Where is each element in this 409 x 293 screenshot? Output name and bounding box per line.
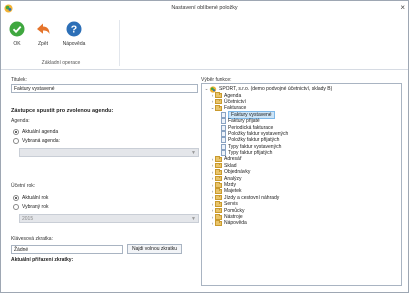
tree-folder-label: Adresář xyxy=(224,156,242,163)
year-selected-radio[interactable]: Vybraný rok xyxy=(13,202,199,211)
back-button[interactable]: Zpět xyxy=(31,21,55,47)
chevron-down-icon: ▼ xyxy=(191,216,196,222)
tree-folder[interactable]: › Nápověda xyxy=(202,220,401,226)
help-button[interactable]: ? Nápověda xyxy=(59,21,89,47)
folder-icon xyxy=(215,92,222,99)
ok-button[interactable]: OK xyxy=(5,21,29,47)
window-title: Nastavení oblíbené položky xyxy=(171,5,238,11)
year-combo[interactable]: 2015 ▼ xyxy=(19,214,199,223)
radio-indicator xyxy=(13,137,19,144)
hotkey-row: Žádné Najdi volnou zkratku xyxy=(11,244,199,254)
folder-icon xyxy=(215,213,222,220)
folder-icon xyxy=(215,207,222,214)
folder-icon xyxy=(215,162,222,169)
folder-icon xyxy=(215,181,222,188)
ribbon-group-label: Základní operace xyxy=(41,60,81,66)
folder-icon xyxy=(215,220,222,226)
year-label: Účetní rok: xyxy=(11,183,36,189)
tree-folder-label: Servis xyxy=(224,201,238,208)
tree-folder-label: Účetnictví xyxy=(224,98,246,105)
agenda-selected-radio[interactable]: Vybraná agenda: xyxy=(13,136,199,145)
agenda-label: Agenda: xyxy=(11,118,30,124)
svg-text:?: ? xyxy=(71,24,77,36)
tree-folder-label: Analýzy xyxy=(224,175,242,182)
folder-icon xyxy=(215,201,222,207)
tree-item-label: Periodická fakturace xyxy=(228,124,274,131)
back-arrow-icon xyxy=(37,23,50,34)
help-label: Nápověda xyxy=(62,41,86,47)
tree-folder-label: Mzdy xyxy=(224,182,236,189)
title-label: Titulek: xyxy=(11,77,27,83)
settings-form: Titulek: Faktury vystavené Zástupce spus… xyxy=(11,77,199,263)
hotkey-input[interactable]: Žádné xyxy=(11,244,123,254)
tree-folder-label: Agenda xyxy=(224,92,242,99)
tree-folder-label: Sklad xyxy=(224,162,237,169)
title-input[interactable]: Faktury vystavené xyxy=(11,84,198,93)
checkmark-icon xyxy=(9,21,25,37)
tree-root-label: SPORT, s.r.o. (demo podvojné účetnictví,… xyxy=(219,86,333,93)
tree-folder-label: Objednávky xyxy=(224,169,251,176)
tree-folder-label: Jízdy a cestovní náhrady xyxy=(224,194,280,201)
year-selected-label: Vybraný rok xyxy=(22,203,49,210)
title-bar: Nastavení oblíbené položky × xyxy=(1,1,408,17)
agenda-current-label: Aktuální agenda xyxy=(22,128,59,135)
hotkey-label: Klávesová zkratka: xyxy=(11,236,53,242)
tree-folder-label: Nástroje xyxy=(224,214,243,220)
function-tree[interactable]: ⌄ SPORT, s.r.o. (demo podvojné účetnictv… xyxy=(201,83,402,286)
tree-item-label: Typy faktur vystavených xyxy=(228,143,282,150)
agenda-selected-label: Vybraná agenda: xyxy=(22,137,60,144)
folder-open-icon xyxy=(215,105,222,111)
tree-item-label: Položky faktur vystavených xyxy=(228,130,289,137)
ribbon: OK Zpět ? Nápověda Základní operace xyxy=(1,17,408,70)
document-icon xyxy=(221,137,226,144)
folder-icon xyxy=(215,156,222,162)
radio-indicator xyxy=(13,203,19,210)
year-current-label: Aktuální rok xyxy=(22,194,49,201)
document-icon xyxy=(221,124,226,131)
agenda-combo[interactable]: ▼ xyxy=(19,148,199,157)
dialog-window: Nastavení oblíbené položky × OK Zpět ? N… xyxy=(0,0,409,293)
folder-icon xyxy=(215,188,222,194)
find-hotkey-button[interactable]: Najdi volnou zkratku xyxy=(127,244,183,254)
tree-folder-label: Majetek xyxy=(224,188,242,195)
folder-icon xyxy=(215,169,222,175)
ribbon-group-separator xyxy=(119,20,120,66)
tree-folder-label: Nápověda xyxy=(224,220,247,227)
year-combo-value: 2015 xyxy=(22,216,34,222)
tree-folder-label: Pomůcky xyxy=(224,207,245,214)
document-icon xyxy=(221,143,226,150)
document-icon xyxy=(221,111,226,118)
radio-indicator xyxy=(13,128,19,135)
close-button[interactable]: × xyxy=(400,3,405,12)
help-icon: ? xyxy=(66,21,82,37)
folder-icon xyxy=(215,98,222,105)
document-icon xyxy=(221,130,226,137)
current-hotkey-label: Aktuální přiřazení zkratky: xyxy=(11,257,74,263)
document-icon xyxy=(221,150,226,157)
tree-item-label: Faktury přijaté xyxy=(228,118,260,125)
back-label: Zpět xyxy=(37,41,48,47)
folder-icon xyxy=(215,175,222,182)
chevron-down-icon: ▼ xyxy=(191,150,196,156)
tree-item-label: Položky faktur přijatých xyxy=(228,137,280,144)
section-heading: Zástupce spustit pro zvolenou agendu: xyxy=(11,108,114,114)
document-icon xyxy=(221,118,226,125)
tree-item-label: Typy faktur přijatých xyxy=(228,150,273,157)
agenda-current-radio[interactable]: Aktuální agenda xyxy=(13,127,199,136)
folder-icon xyxy=(215,194,222,201)
radio-indicator xyxy=(13,194,19,201)
year-current-radio[interactable]: Aktuální rok xyxy=(13,193,199,202)
ok-label: OK xyxy=(13,41,21,47)
